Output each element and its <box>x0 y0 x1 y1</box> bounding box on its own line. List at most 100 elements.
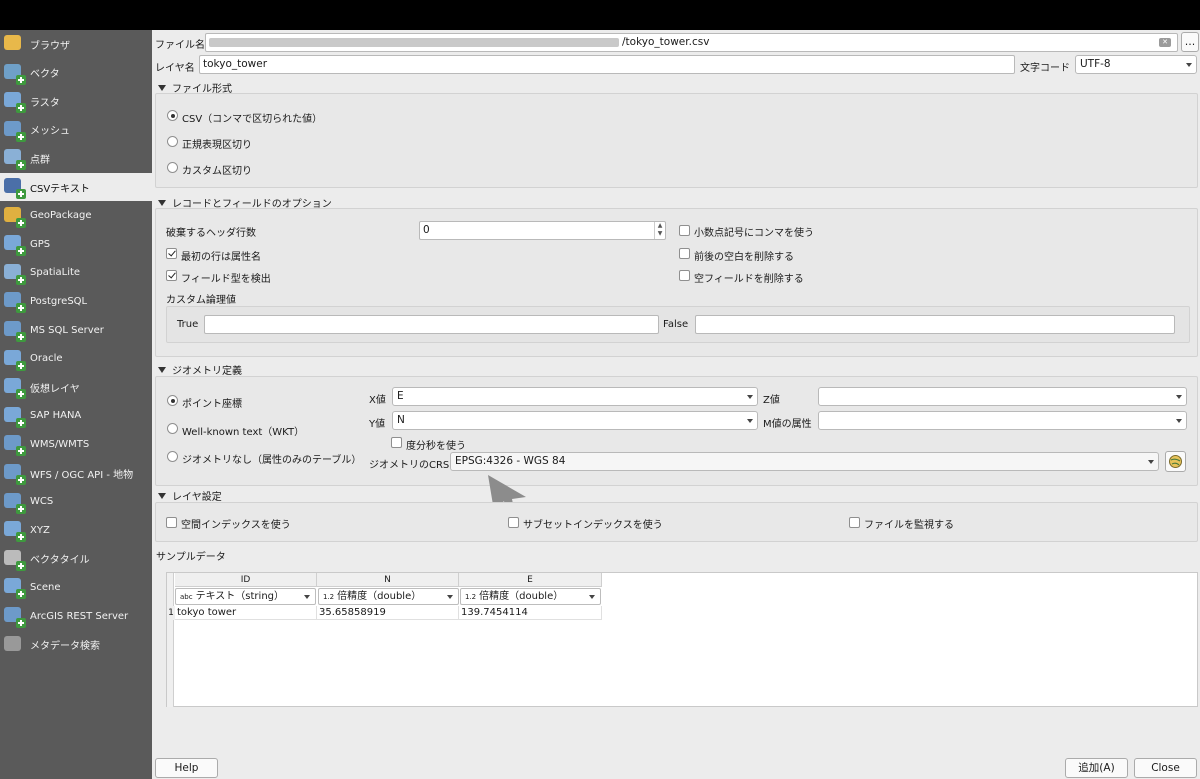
row-number: 1 <box>167 606 175 620</box>
sidebar-item-wms[interactable]: WMS/WMTS <box>0 430 152 458</box>
format-regex-radio[interactable] <box>167 136 178 147</box>
file-path-input[interactable]: /tokyo_tower.csv ✕ <box>205 33 1178 52</box>
format-custom-radio[interactable] <box>167 162 178 173</box>
sidebar-item-csv-text[interactable]: CSVテキスト <box>0 173 152 201</box>
sidebar-item-label: ArcGIS REST Server <box>30 610 129 622</box>
column-type-select-n[interactable]: 1.2 倍精度（double） <box>318 588 459 605</box>
sidebar-item-spatialite[interactable]: SpatiaLite <box>0 259 152 287</box>
sample-data-table[interactable]: ID N E abc テキスト（string） 1.2 倍精度（double） 1.… <box>166 572 1198 707</box>
format-custom-label: カスタム区切り <box>182 166 252 177</box>
table-cell[interactable]: tokyo tower <box>175 606 317 620</box>
vector-tile-icon <box>3 548 26 571</box>
m-field-select[interactable] <box>818 411 1187 430</box>
sidebar-item-point-cloud[interactable]: 点群 <box>0 144 152 172</box>
collapse-triangle-icon <box>158 199 166 206</box>
sidebar-item-metadata-search[interactable]: メタデータ検索 <box>0 631 152 659</box>
sidebar-item-geopackage[interactable]: GeoPackage <box>0 202 152 230</box>
skip-header-spinbox[interactable]: 0 <box>419 221 666 240</box>
column-type-select-id[interactable]: abc テキスト（string） <box>175 588 316 605</box>
table-cell[interactable]: 35.65858919 <box>317 606 459 620</box>
z-field-select[interactable] <box>818 387 1187 406</box>
column-header-n[interactable]: N <box>317 573 459 587</box>
sidebar-item-sap-hana[interactable]: SAP HANA <box>0 402 152 430</box>
spatialite-icon <box>3 262 26 285</box>
raster-icon <box>3 90 26 114</box>
sidebar-item-wfs[interactable]: WFS / OGC API - 地物 <box>0 459 152 487</box>
column-type-select-e[interactable]: 1.2 倍精度（double） <box>460 588 601 605</box>
true-label: True <box>177 319 199 330</box>
layer-settings-header[interactable]: レイヤ設定 <box>158 488 222 503</box>
help-button[interactable]: Help <box>155 758 218 778</box>
spin-arrows-icon[interactable]: ▲ ▼ <box>654 222 665 239</box>
no-geometry-radio[interactable] <box>167 451 178 462</box>
geometry-header[interactable]: ジオメトリ定義 <box>158 362 242 377</box>
sidebar-item-xyz[interactable]: XYZ <box>0 516 152 544</box>
sidebar-item-vector[interactable]: ベクタ <box>0 59 152 87</box>
sidebar-item-raster[interactable]: ラスタ <box>0 87 152 115</box>
watch-file-checkbox[interactable] <box>849 517 860 528</box>
detect-types-label: フィールド型を検出 <box>181 274 271 285</box>
spatial-index-checkbox[interactable] <box>166 517 177 528</box>
chevron-down-icon <box>1148 460 1154 464</box>
crs-label: ジオメトリのCRS <box>369 460 450 471</box>
discard-empty-checkbox[interactable] <box>679 270 690 281</box>
crs-selector-button[interactable] <box>1165 451 1186 472</box>
sidebar-item-arcgis[interactable]: ArcGIS REST Server <box>0 602 152 630</box>
globe-icon <box>1169 455 1182 468</box>
point-coords-radio[interactable] <box>167 395 178 406</box>
first-row-names-checkbox[interactable] <box>166 248 177 259</box>
sidebar-item-folder[interactable]: ブラウザ <box>0 30 152 58</box>
column-header-e[interactable]: E <box>459 573 602 587</box>
sidebar-item-oracle[interactable]: Oracle <box>0 345 152 373</box>
detect-types-checkbox[interactable] <box>166 270 177 281</box>
column-header-id[interactable]: ID <box>175 573 317 587</box>
format-csv-label: CSV（コンマで区切られた値） <box>182 114 323 125</box>
xyz-icon <box>3 519 26 543</box>
collapse-triangle-icon <box>158 366 166 373</box>
layer-name-input[interactable]: tokyo_tower <box>199 55 1015 74</box>
sidebar-item-label: ベクタタイル <box>30 555 90 567</box>
text-type-icon: abc <box>180 593 193 601</box>
subset-index-checkbox[interactable] <box>508 517 519 528</box>
sidebar-item-label: SAP HANA <box>30 410 82 422</box>
clear-icon[interactable]: ✕ <box>1159 38 1171 47</box>
virtual-layer-icon <box>3 376 26 400</box>
sidebar-item-gps[interactable]: GPS <box>0 230 152 258</box>
sidebar-item-mssql[interactable]: MS SQL Server <box>0 316 152 344</box>
wkt-radio[interactable] <box>167 423 178 434</box>
z-field-label: Z値 <box>763 395 780 406</box>
first-row-names-label: 最初の行は属性名 <box>181 252 261 263</box>
csv-text-icon <box>3 176 26 199</box>
crs-select[interactable]: EPSG:4326 - WGS 84 <box>450 452 1159 471</box>
format-csv-radio[interactable] <box>167 110 178 121</box>
dms-checkbox[interactable] <box>391 437 402 448</box>
wcs-icon <box>3 491 26 514</box>
close-button[interactable]: Close <box>1134 758 1197 778</box>
y-field-select[interactable]: N <box>392 411 758 430</box>
data-source-sidebar: ブラウザ ベクタ ラスタ メッシュ点群 CSVテキスト GeoPackage GPS Spat… <box>0 30 152 779</box>
layer-settings-group <box>155 502 1198 542</box>
sidebar-item-label: WMS/WMTS <box>30 438 90 450</box>
m-field-label: M値の属性 <box>763 419 812 430</box>
table-cell[interactable]: 139.7454114 <box>459 606 602 620</box>
sidebar-item-scene[interactable]: Scene <box>0 573 152 601</box>
sidebar-item-wcs[interactable]: WCS <box>0 488 152 516</box>
x-field-select[interactable]: E <box>392 387 758 406</box>
collapse-triangle-icon <box>158 492 166 499</box>
wkt-label: Well-known text（WKT） <box>182 427 305 438</box>
false-value-input[interactable] <box>695 315 1175 334</box>
layer-name-label: レイヤ名 <box>155 63 195 74</box>
sidebar-item-virtual-layer[interactable]: 仮想レイヤ <box>0 373 152 401</box>
decimal-comma-checkbox[interactable] <box>679 225 690 236</box>
true-value-input[interactable] <box>204 315 659 334</box>
encoding-select[interactable]: UTF-8 <box>1075 55 1197 74</box>
sidebar-item-vector-tile[interactable]: ベクタタイル <box>0 545 152 573</box>
x-field-label: X値 <box>369 395 386 406</box>
file-name-label: ファイル名 <box>155 40 205 51</box>
sidebar-item-label: 点群 <box>30 154 50 166</box>
trim-fields-checkbox[interactable] <box>679 248 690 259</box>
sidebar-item-postgresql[interactable]: PostgreSQL <box>0 287 152 315</box>
add-button[interactable]: 追加(A) <box>1065 758 1128 778</box>
sidebar-item-mesh[interactable]: メッシュ <box>0 116 152 144</box>
browse-button[interactable]: … <box>1181 32 1199 52</box>
